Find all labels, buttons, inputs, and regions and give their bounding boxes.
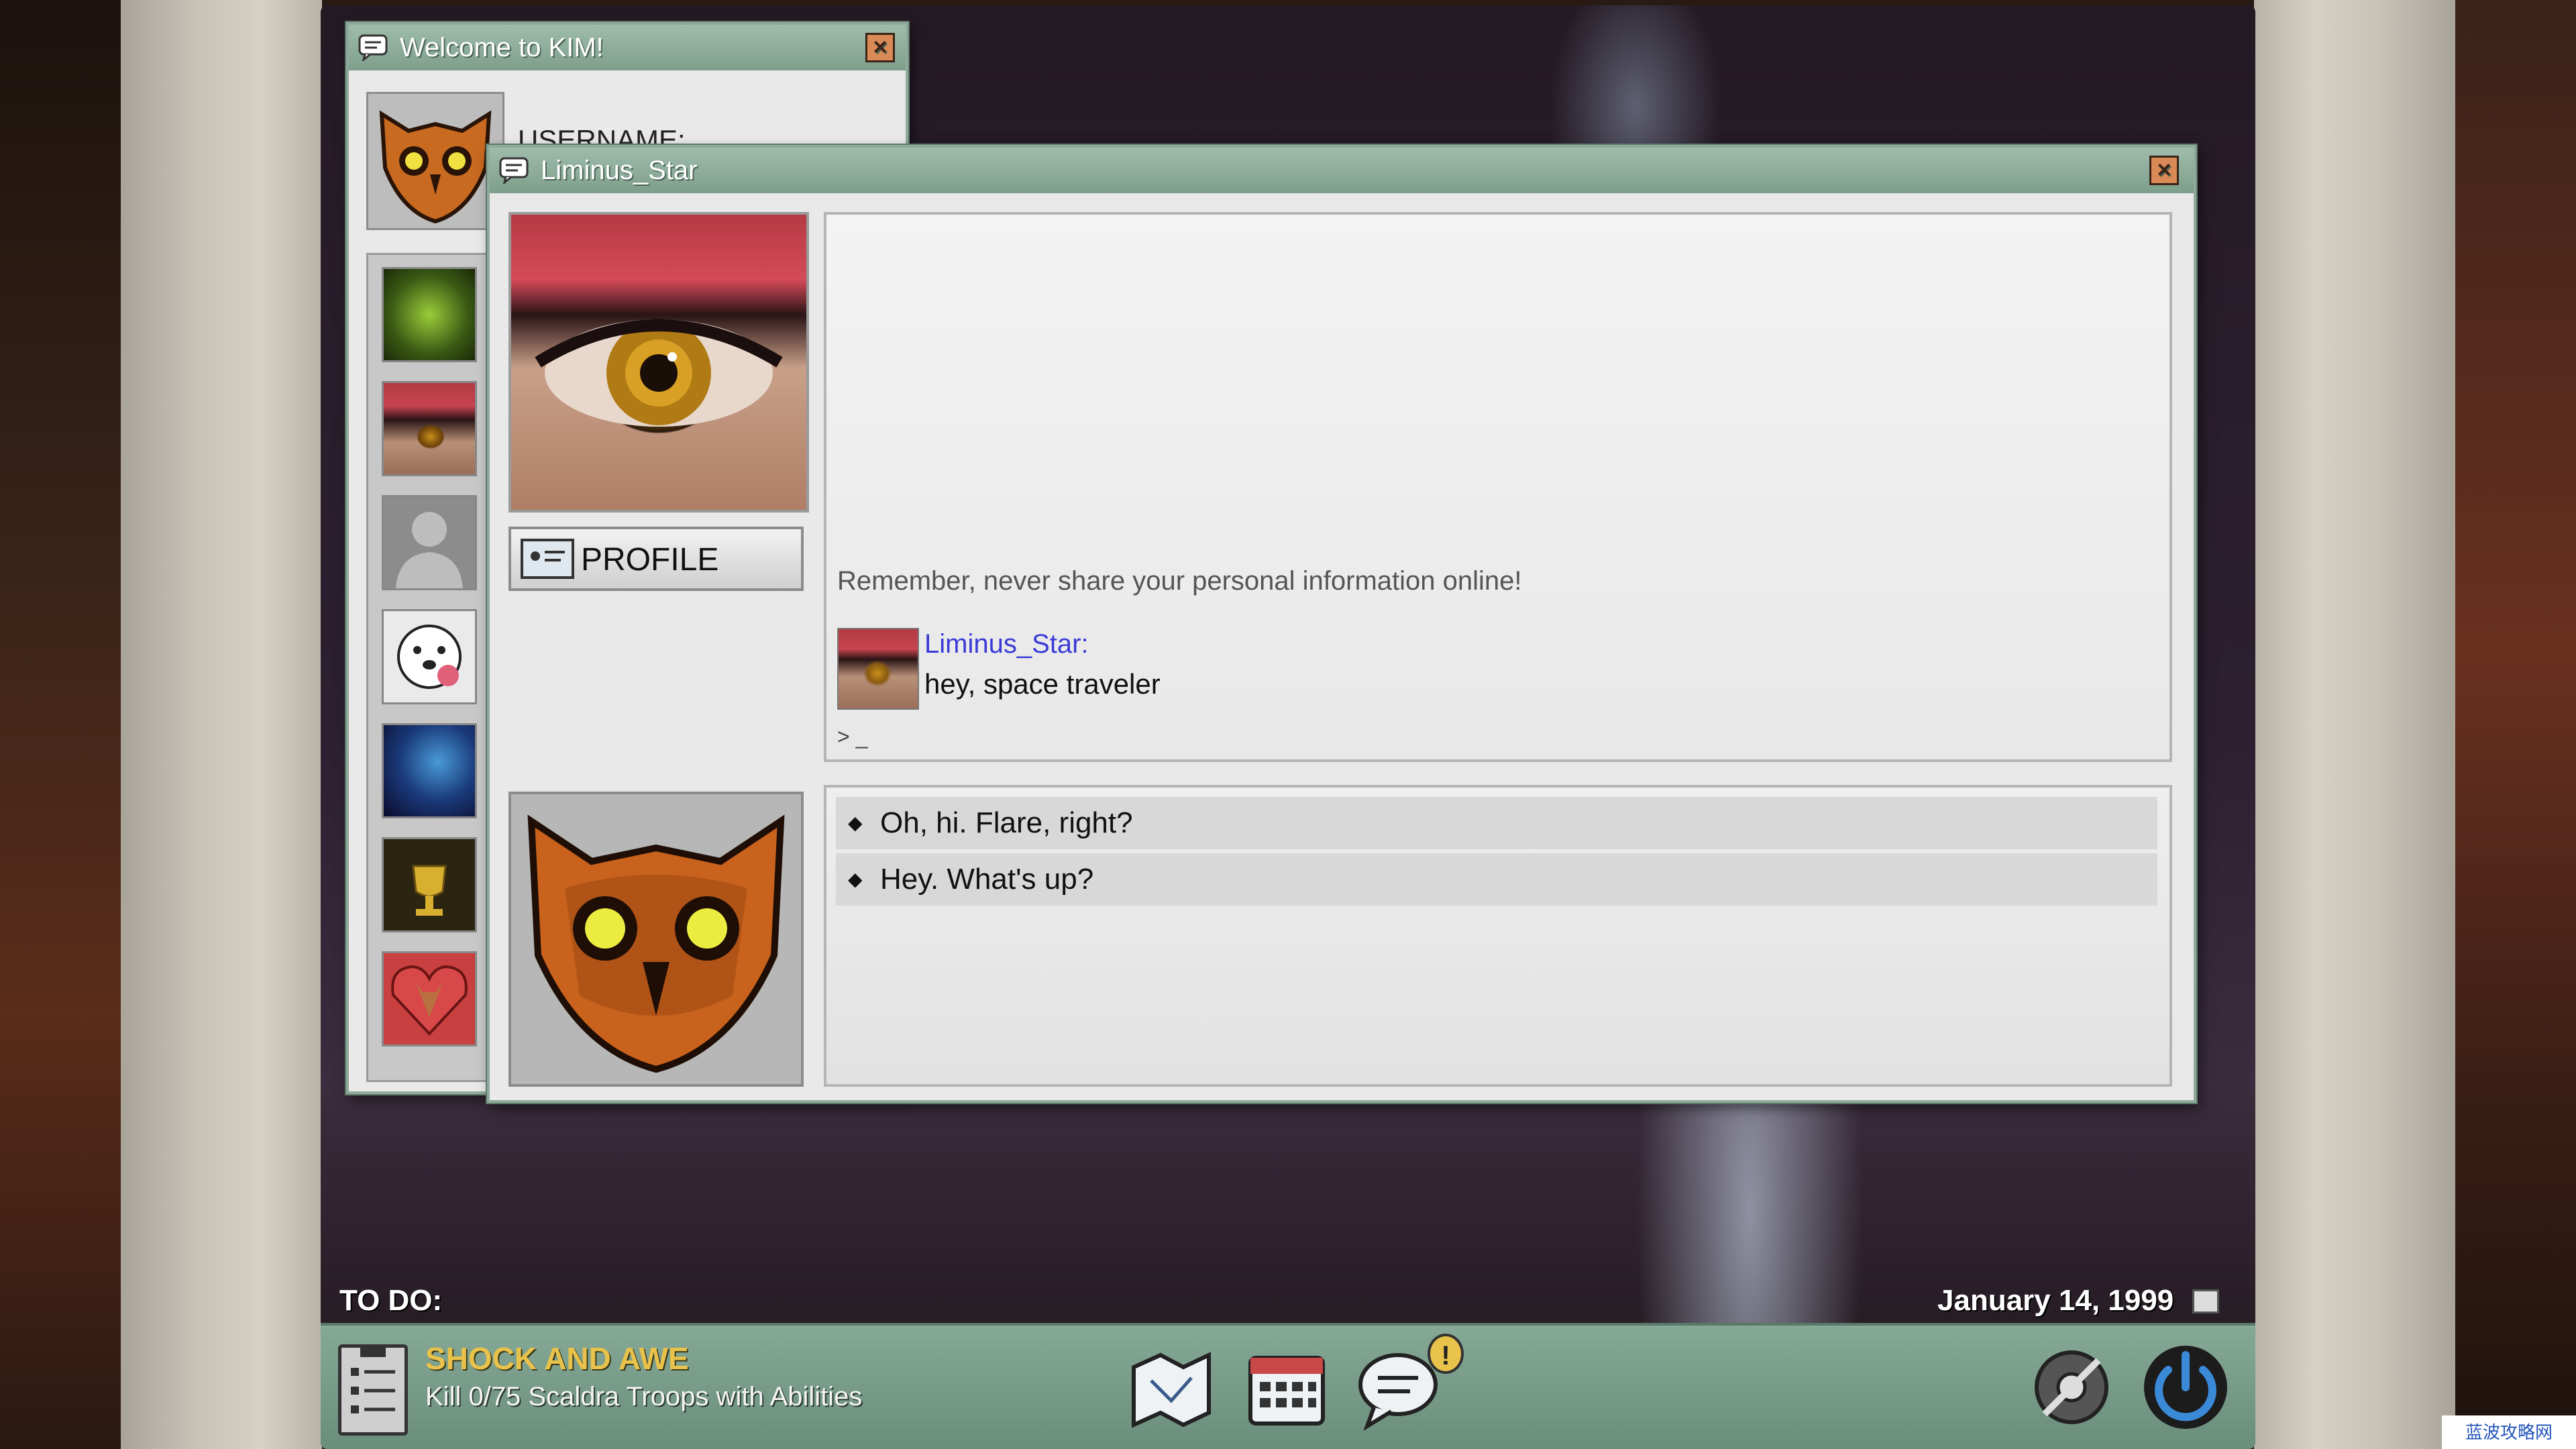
room-background-right (2455, 0, 2576, 1449)
chat-window: Liminus_Star × PROFILE Remember, never s… (487, 145, 2196, 1103)
map-icon[interactable] (1124, 1340, 1218, 1434)
diamond-bullet-icon: ◆ (848, 869, 863, 890)
profile-button-label: PROFILE (581, 542, 719, 578)
chat-bubble-icon (358, 34, 388, 61)
reply-option[interactable]: ◆ Hey. What's up? (836, 853, 2157, 906)
system-message: Remember, never share your personal info… (837, 566, 1522, 596)
user-owl-avatar (508, 792, 804, 1087)
dog-icon (397, 625, 462, 689)
calendar-small-icon[interactable] (2192, 1289, 2219, 1313)
chat-bubble-icon (499, 157, 529, 184)
reply-options-panel: ◆ Oh, hi. Flare, right? ◆ Hey. What's up… (824, 785, 2172, 1087)
buddy-green-pattern[interactable] (382, 267, 477, 362)
welcome-titlebar[interactable]: Welcome to KIM! × (349, 25, 906, 70)
chat-close-button[interactable]: × (2149, 156, 2179, 185)
site-watermark: 蓝波攻略网 (2442, 1415, 2576, 1449)
chat-log: Remember, never share your personal info… (824, 212, 2172, 762)
user-avatar[interactable] (366, 92, 504, 230)
chat-input-prompt[interactable]: > _ (837, 724, 867, 749)
taskbar: SHOCK AND AWE Kill 0/75 Scaldra Troops w… (321, 1323, 2255, 1449)
message-text: hey, space traveler (924, 668, 1161, 700)
power-icon[interactable] (2139, 1340, 2233, 1434)
monitor-bezel-left (121, 0, 322, 1449)
buddy-portrait (508, 212, 809, 513)
reply-option-text: Hey. What's up? (880, 863, 1094, 896)
owl-avatar-icon (379, 110, 492, 224)
welcome-close-button[interactable]: × (865, 33, 895, 62)
todo-label: TO DO: (339, 1284, 443, 1317)
chat-title: Liminus_Star (541, 156, 698, 185)
welcome-title: Welcome to KIM! (400, 33, 604, 62)
buddy-fox-heart[interactable] (382, 951, 477, 1046)
trophy-icon (412, 865, 447, 916)
clipboard-icon[interactable] (338, 1344, 408, 1436)
room-background-left (0, 0, 121, 1449)
chat-titlebar[interactable]: Liminus_Star × (490, 148, 2194, 193)
message-avatar (837, 628, 919, 710)
monitor-screen: Welcome to KIM! × USERNAME: Liminus_Star… (321, 5, 2255, 1449)
buddy-list (366, 253, 491, 1082)
owl-icon (527, 814, 785, 1073)
date-label: January 14, 1999 (1937, 1284, 2174, 1317)
reply-option[interactable]: ◆ Oh, hi. Flare, right? (836, 797, 2157, 849)
reply-option-text: Oh, hi. Flare, right? (880, 806, 1133, 839)
fox-heart-icon (391, 965, 468, 1036)
quest-description: Kill 0/75 Scaldra Troops with Abilities (425, 1382, 863, 1411)
monitor-bezel-right (2254, 0, 2455, 1449)
profile-button[interactable]: PROFILE (508, 527, 804, 591)
buddy-dog[interactable] (382, 609, 477, 704)
buddy-eye[interactable] (382, 381, 477, 476)
notification-badge: ! (1428, 1334, 1464, 1374)
message-sender: Liminus_Star: (924, 629, 1089, 659)
calendar-icon[interactable] (1240, 1340, 1334, 1434)
diamond-bullet-icon: ◆ (848, 812, 863, 833)
buddy-blue-cave[interactable] (382, 723, 477, 818)
id-card-icon (521, 539, 574, 579)
buddy-gold-trophy[interactable] (382, 837, 477, 932)
settings-icon[interactable] (2025, 1340, 2118, 1434)
person-silhouette-icon (396, 512, 463, 588)
eye-portrait-icon (535, 319, 783, 427)
buddy-default-silhouette[interactable] (382, 495, 477, 590)
quest-title[interactable]: SHOCK AND AWE (425, 1340, 689, 1377)
